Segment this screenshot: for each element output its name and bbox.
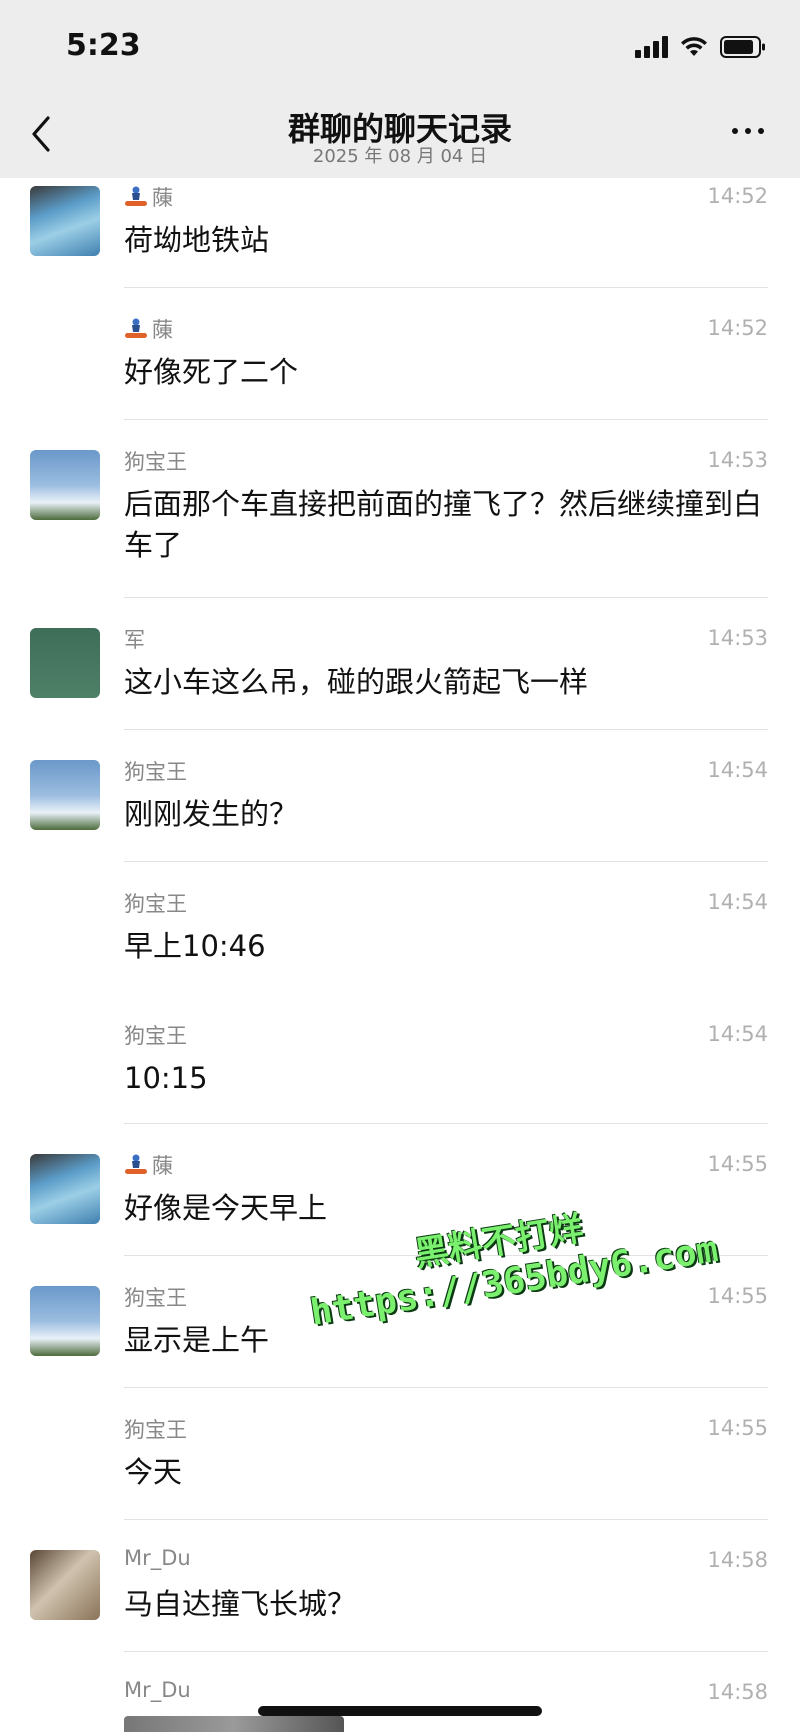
sender-name: 蔯 — [124, 182, 173, 212]
status-icons — [635, 34, 766, 60]
snowboarder-icon — [125, 186, 147, 206]
message-time: 14:55 — [707, 1416, 768, 1440]
status-time: 5:23 — [66, 28, 141, 63]
message-time: 14:55 — [707, 1284, 768, 1308]
more-options-icon[interactable] — [732, 128, 764, 134]
divider — [124, 287, 768, 288]
divider — [124, 729, 768, 730]
message-text: 好像死了二个 — [124, 355, 299, 389]
message-text: 后面那个车直接把前面的撞飞了？然后继续撞到白车了 — [124, 487, 763, 562]
message-time: 14:54 — [707, 1022, 768, 1046]
sender-name: 蔯 — [124, 314, 173, 344]
home-indicator[interactable] — [258, 1706, 542, 1716]
top-bar: 5:23 群聊的聊天记录 2025 年 08 月 04 日 — [0, 0, 800, 178]
image-message-thumbnail[interactable] — [124, 1716, 344, 1732]
avatar[interactable] — [30, 1550, 100, 1620]
message-time: 14:58 — [707, 1548, 768, 1572]
message-text: 今天 — [124, 1455, 183, 1489]
battery-icon — [720, 36, 766, 58]
divider — [124, 1123, 768, 1124]
signal-icon — [635, 36, 668, 58]
sender-name: 狗宝王 — [124, 892, 187, 916]
message-time: 14:52 — [707, 316, 768, 340]
sender-name: 蔯 — [124, 1150, 173, 1180]
sender-name: Mr_Du — [124, 1546, 191, 1570]
page-date: 2025 年 08 月 04 日 — [312, 146, 488, 167]
sender-name: 狗宝王 — [124, 1418, 187, 1442]
sender-name: 狗宝王 — [124, 450, 187, 474]
sender-name: Mr_Du — [124, 1678, 191, 1702]
snowboarder-icon — [125, 318, 147, 338]
message-time: 14:55 — [707, 1152, 768, 1176]
avatar[interactable] — [30, 450, 100, 520]
message-time: 14:53 — [707, 626, 768, 650]
avatar[interactable] — [30, 1286, 100, 1356]
message-text: 10:15 — [124, 1061, 208, 1095]
divider — [124, 1519, 768, 1520]
sender-name: 狗宝王 — [124, 760, 187, 784]
message-time: 14:54 — [707, 890, 768, 914]
divider — [124, 861, 768, 862]
message-time: 14:54 — [707, 758, 768, 782]
sender-name: 狗宝王 — [124, 1286, 187, 1310]
message-time: 14:58 — [707, 1680, 768, 1704]
message-text: 荷坳地铁站 — [124, 223, 270, 257]
wifi-icon — [680, 36, 708, 58]
message-text: 这小车这么吊，碰的跟火箭起飞一样 — [124, 665, 589, 699]
avatar[interactable] — [30, 186, 100, 256]
avatar[interactable] — [30, 628, 100, 698]
divider — [124, 419, 768, 420]
message-text: 早上10:46 — [124, 929, 266, 963]
sender-name: 狗宝王 — [124, 1024, 187, 1048]
message-text: 刚刚发生的？ — [124, 797, 299, 831]
avatar[interactable] — [30, 1154, 100, 1224]
sender-name: 军 — [124, 628, 145, 652]
divider — [124, 597, 768, 598]
avatar[interactable] — [30, 760, 100, 830]
message-text: 马自达撞飞长城？ — [124, 1587, 357, 1621]
message-text: 显示是上午 — [124, 1323, 270, 1357]
snowboarder-icon — [125, 1154, 147, 1174]
divider — [124, 1387, 768, 1388]
message-time: 14:52 — [707, 184, 768, 208]
divider — [124, 1651, 768, 1652]
message-time: 14:53 — [707, 448, 768, 472]
